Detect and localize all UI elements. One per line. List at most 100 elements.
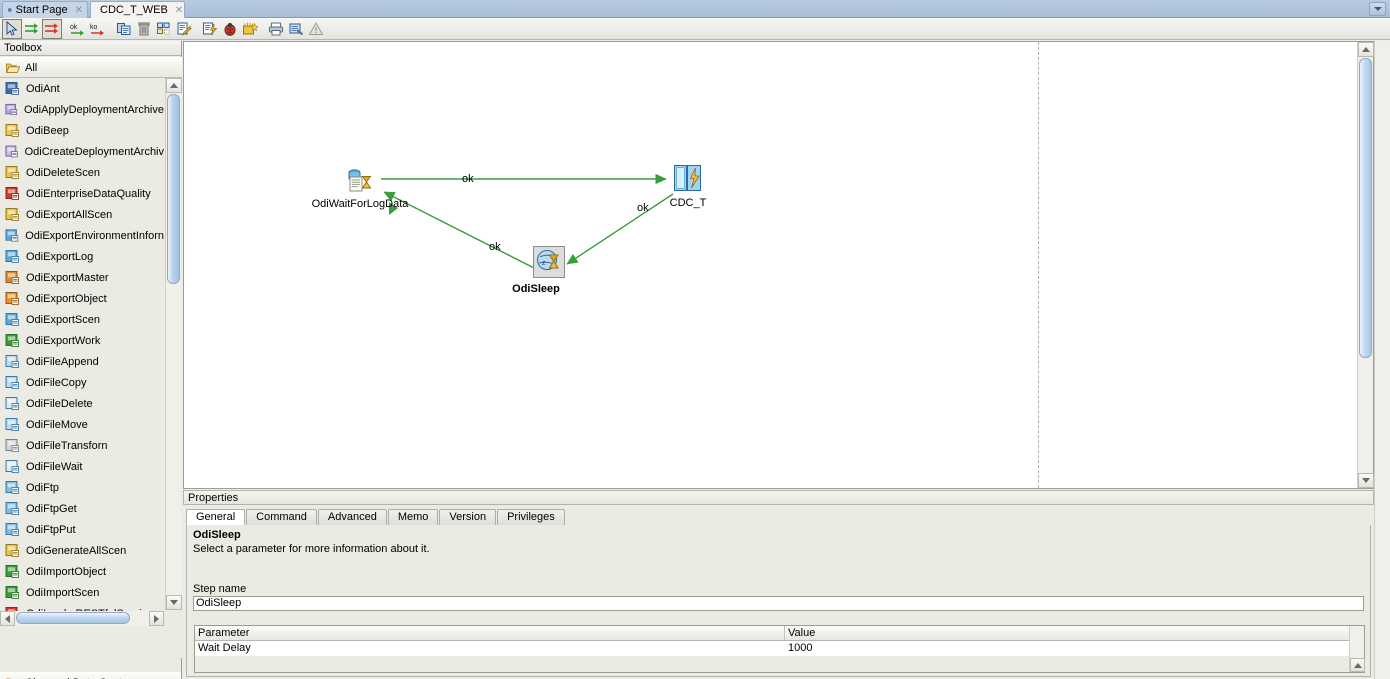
scroll-down-button[interactable] bbox=[166, 595, 182, 610]
toolbox-item-label: OdiExportEnvironmentInforn bbox=[25, 229, 164, 242]
editor-tab-cdc-t-web[interactable]: CDC_T_WEB ✕ bbox=[90, 1, 185, 18]
cell-parameter: Wait Delay bbox=[198, 642, 251, 654]
toolbox-item[interactable]: OdiImportScen bbox=[0, 582, 164, 603]
tab-memo[interactable]: Memo bbox=[387, 509, 439, 525]
tab-command[interactable]: Command bbox=[246, 509, 317, 525]
toolbox-item-label: OdiBeep bbox=[26, 124, 69, 137]
table-row[interactable]: Wait Delay 1000 bbox=[195, 641, 1364, 656]
toolbox-item[interactable]: OdiExportAllScen bbox=[0, 204, 164, 225]
next-step-failure-tool-button[interactable] bbox=[42, 18, 62, 39]
edit-step-button[interactable] bbox=[174, 19, 194, 39]
toolbox-item[interactable]: OdiFileDelete bbox=[0, 393, 164, 414]
print-button[interactable] bbox=[266, 19, 286, 39]
parameters-table-scrollbar[interactable] bbox=[1349, 626, 1365, 672]
generate-scenario-button[interactable] bbox=[240, 19, 260, 39]
toolbox-item[interactable]: OdiGenerateAllScen bbox=[0, 540, 164, 561]
chevron-down-icon bbox=[1373, 7, 1382, 11]
diagram-node-cdc-t[interactable]: CDC_T bbox=[670, 164, 706, 209]
scroll-down-button[interactable] bbox=[1358, 473, 1374, 488]
toolbox-item-label: OdiAnt bbox=[26, 82, 60, 95]
red-arrow-icon bbox=[45, 22, 58, 34]
tab-overflow-button[interactable] bbox=[1369, 2, 1386, 16]
toolbox-item-label: OdiExportLog bbox=[26, 250, 94, 263]
scrollbar-thumb[interactable] bbox=[1359, 58, 1372, 358]
toolbox-item-label: OdiFileDelete bbox=[26, 397, 93, 410]
tab-advanced[interactable]: Advanced bbox=[317, 509, 387, 525]
ko-link-tool-button[interactable]: ko bbox=[88, 19, 108, 39]
toolbox-item[interactable]: OdiFileTransforn bbox=[0, 435, 164, 456]
execute-button[interactable] bbox=[200, 19, 220, 39]
toolbox-item-label: OdiFtp bbox=[26, 481, 60, 494]
toolbox-item[interactable]: OdiExportObject bbox=[0, 288, 164, 309]
parameters-table[interactable]: Parameter Value Wait Delay 1000 bbox=[194, 625, 1365, 673]
scroll-right-button[interactable] bbox=[149, 611, 164, 626]
toolbox-item[interactable]: OdiExportLog bbox=[0, 246, 164, 267]
scroll-up-button[interactable] bbox=[1358, 42, 1374, 57]
arrow-cursor-icon bbox=[6, 20, 18, 36]
select-tool-button[interactable] bbox=[2, 18, 22, 39]
step-name-input[interactable]: OdiSleep bbox=[193, 596, 1364, 611]
warnings-button[interactable] bbox=[306, 19, 326, 39]
scroll-left-button[interactable] bbox=[0, 611, 15, 626]
duplicate-step-button[interactable] bbox=[114, 19, 134, 39]
toolbox-item[interactable]: OdiFtp bbox=[0, 477, 164, 498]
toolbox-item[interactable]: OdiEnterpriseDataQuality bbox=[0, 183, 164, 204]
toolbox-item[interactable]: OdiFileCopy bbox=[0, 372, 164, 393]
toolbox-item-label: OdiFileCopy bbox=[26, 376, 87, 389]
next-step-success-tool-button[interactable] bbox=[22, 19, 42, 39]
print-preview-button[interactable] bbox=[286, 19, 306, 39]
toolbox-item[interactable]: OdiExportMaster bbox=[0, 267, 164, 288]
package-diagram-canvas[interactable]: OdiWaitForLogData z OdiSleep CDC_T ok ok… bbox=[183, 41, 1374, 489]
printer-icon bbox=[269, 22, 283, 35]
toolbox-group-all[interactable]: All bbox=[0, 57, 182, 78]
toolbox-item[interactable]: OdiDeleteScen bbox=[0, 162, 164, 183]
editor-tab-start-page[interactable]: ? Start Page ✕ bbox=[2, 1, 88, 18]
toolbox-item[interactable]: OdiFileWait bbox=[0, 456, 164, 477]
package-scenario-icon bbox=[674, 165, 701, 191]
cell-value[interactable]: 1000 bbox=[785, 641, 812, 656]
diagram-node-odiwaitforlogdata[interactable]: OdiWaitForLogData bbox=[312, 168, 408, 210]
toolbox-panel: Toolbox All OdiAnt OdiApplyDeploymentArch… bbox=[0, 41, 182, 679]
toolbox-item[interactable]: OdiFtpGet bbox=[0, 498, 164, 519]
toolbox-item[interactable]: OdiExportEnvironmentInforn bbox=[0, 225, 164, 246]
ok-link-tool-button[interactable]: ok bbox=[68, 19, 88, 39]
tab-privileges[interactable]: Privileges bbox=[497, 509, 565, 525]
toolbox-item-label: OdiExportObject bbox=[26, 292, 107, 305]
toolbox-item[interactable]: OdiFtpPut bbox=[0, 519, 164, 540]
window-vertical-scrollbar[interactable] bbox=[1374, 41, 1390, 679]
toolbox-item[interactable]: OdiApplyDeploymentArchive bbox=[0, 99, 164, 120]
toolbox-item-list[interactable]: OdiAnt OdiApplyDeploymentArchive OdiBeep Od… bbox=[0, 78, 182, 658]
svg-text:ko: ko bbox=[90, 24, 98, 31]
toolbox-item[interactable]: OdiImportObject bbox=[0, 561, 164, 582]
scrollbar-thumb[interactable] bbox=[167, 94, 180, 284]
toolbox-item[interactable]: OdiFileAppend bbox=[0, 351, 164, 372]
diagram-node-label: OdiSleep bbox=[512, 283, 560, 295]
toolbox-item[interactable]: OdiExportWork bbox=[0, 330, 164, 351]
toolbox-item[interactable]: OdiCreateDeploymentArchiv bbox=[0, 141, 164, 162]
delete-step-button[interactable] bbox=[134, 19, 154, 39]
canvas-vertical-scrollbar[interactable] bbox=[1357, 42, 1374, 488]
toolbox-vertical-scrollbar[interactable] bbox=[165, 78, 182, 610]
toolbox-item[interactable]: OdiAnt bbox=[0, 78, 164, 99]
tab-version[interactable]: Version bbox=[439, 509, 497, 525]
scroll-up-button[interactable] bbox=[166, 78, 182, 93]
toolbox-item-label: OdiDeleteScen bbox=[26, 166, 100, 179]
scrollbar-thumb[interactable] bbox=[16, 612, 130, 624]
debug-button[interactable] bbox=[220, 19, 240, 39]
odi-deploy-icon bbox=[5, 103, 18, 116]
scenario-star-icon bbox=[243, 22, 258, 34]
arrange-steps-button[interactable] bbox=[154, 19, 174, 39]
close-icon[interactable]: ✕ bbox=[175, 5, 183, 16]
odi-wait-for-log-data-icon bbox=[348, 169, 372, 192]
toolbox-group-changed-data-capture[interactable]: Changed Data Capture bbox=[0, 672, 181, 679]
toolbox-item[interactable]: OdiFileMove bbox=[0, 414, 164, 435]
toolbox-item[interactable]: OdiExportScen bbox=[0, 309, 164, 330]
toolbox-item-label: OdiImportScen bbox=[26, 586, 100, 599]
toolbox-horizontal-scrollbar[interactable] bbox=[0, 611, 164, 626]
toolbox-item[interactable]: OdiBeep bbox=[0, 120, 164, 141]
close-icon[interactable]: ✕ bbox=[75, 5, 83, 16]
toolbox-item-label: OdiExportAllScen bbox=[26, 208, 113, 221]
link-label-ok-2: ok bbox=[637, 202, 649, 214]
tab-general[interactable]: General bbox=[186, 509, 246, 525]
scroll-up-button[interactable] bbox=[1350, 658, 1365, 672]
